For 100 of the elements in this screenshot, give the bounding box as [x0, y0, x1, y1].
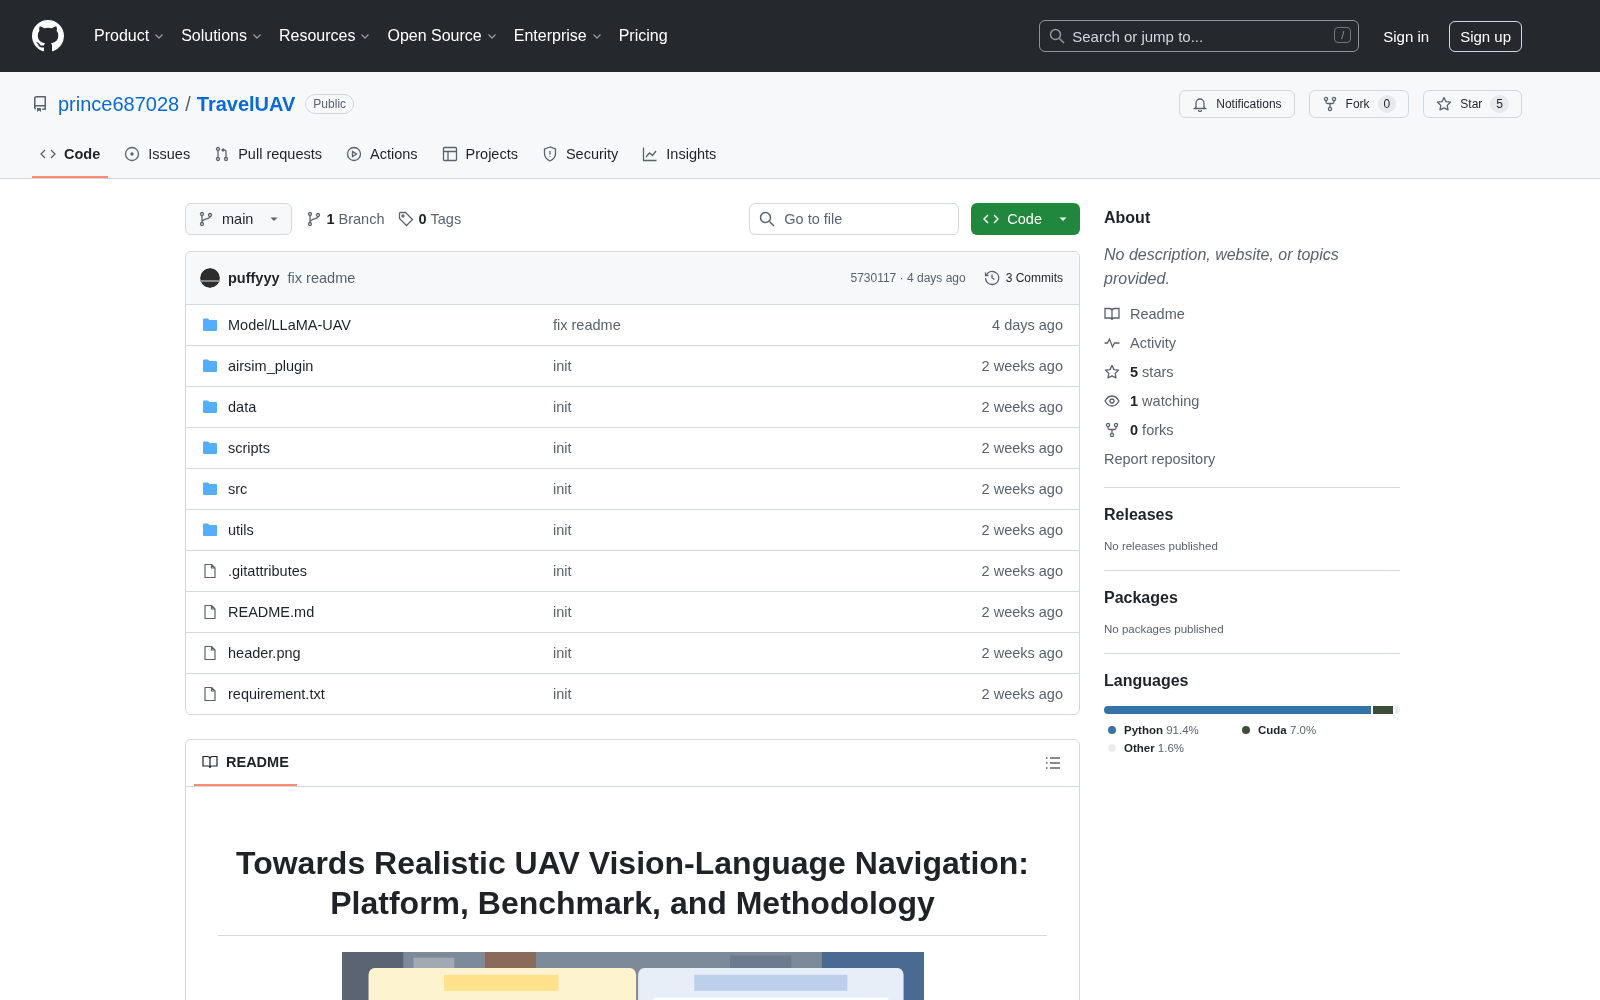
- repository-tab[interactable]: Issues: [116, 138, 199, 178]
- repository-tab[interactable]: Insights: [634, 138, 725, 178]
- tags-link[interactable]: 0 Tags: [398, 211, 462, 227]
- file-icon: [202, 563, 218, 579]
- releases-note: No releases published: [1104, 540, 1219, 552]
- history-icon: [983, 270, 1000, 286]
- security-icon: [541, 146, 558, 162]
- folder-icon: [202, 440, 218, 456]
- file-icon: [202, 686, 218, 702]
- sign-in-link[interactable]: Sign in: [1375, 21, 1438, 51]
- commit-time: 2 weeks ago: [981, 563, 1063, 579]
- nav-menu-item[interactable]: Enterprise: [505, 21, 611, 51]
- branch-selector[interactable]: main: [185, 203, 293, 235]
- languages-heading: Languages: [1104, 672, 1190, 690]
- about-link[interactable]: Activity: [1104, 332, 1400, 353]
- commit-message-link[interactable]: init: [553, 481, 982, 497]
- book-icon: [202, 754, 218, 770]
- notifications-button[interactable]: Notifications: [1179, 90, 1295, 118]
- book-icon: [1104, 305, 1120, 322]
- commit-time: 2 weeks ago: [981, 645, 1063, 661]
- report-repository-link[interactable]: Report repository: [1104, 448, 1400, 469]
- about-link[interactable]: 0 forks: [1104, 419, 1400, 440]
- commit-time: 2 weeks ago: [981, 481, 1063, 497]
- star-icon: [1104, 363, 1120, 380]
- pulls-icon: [214, 146, 231, 162]
- nav-menu-item[interactable]: Solutions: [173, 21, 271, 51]
- about-description: No description, website, or topics provided.: [1104, 245, 1340, 289]
- repository-name-link[interactable]: TravelUAV: [196, 92, 296, 116]
- commit-message-link[interactable]: init: [553, 563, 982, 579]
- commit-message-link[interactable]: init: [553, 358, 982, 374]
- file-name-link[interactable]: src: [228, 481, 553, 497]
- commit-message-link[interactable]: init: [553, 604, 982, 620]
- commit-message-link[interactable]: fix readme: [553, 317, 993, 333]
- repository-tab[interactable]: Actions: [338, 138, 426, 178]
- commit-time: 2 weeks ago: [981, 686, 1063, 702]
- commit-author[interactable]: puffyyy: [228, 270, 280, 286]
- branches-link[interactable]: 1 Branch: [306, 211, 385, 227]
- file-name-link[interactable]: requirement.txt: [228, 686, 553, 702]
- folder-icon: [202, 481, 218, 497]
- commit-message[interactable]: fix readme: [287, 270, 356, 286]
- eye-icon: [1104, 392, 1120, 409]
- commit-time: 2 weeks ago: [981, 522, 1063, 538]
- language-link[interactable]: Python 91.4%: [1124, 724, 1199, 736]
- file-name-link[interactable]: utils: [228, 522, 553, 538]
- nav-menu-item[interactable]: Product: [86, 21, 174, 51]
- nav-menu-item[interactable]: Open Source: [379, 21, 506, 51]
- bell-icon: [1192, 96, 1209, 112]
- file-name-link[interactable]: airsim_plugin: [228, 358, 553, 374]
- path-separator: /: [185, 92, 191, 116]
- file-icon: [202, 645, 218, 661]
- readme-tab[interactable]: README: [194, 740, 297, 786]
- repository-tab[interactable]: Pull requests: [206, 138, 330, 178]
- commit-message-link[interactable]: init: [553, 686, 982, 702]
- folder-icon: [202, 399, 218, 415]
- repository-icon: [32, 96, 48, 112]
- count-badge: 0: [1377, 95, 1397, 113]
- commit-time: 4 days ago: [992, 317, 1063, 333]
- commit-message-link[interactable]: init: [553, 645, 982, 661]
- fork-button[interactable]: Fork 0: [1308, 90, 1410, 118]
- about-link[interactable]: Readme: [1104, 303, 1400, 324]
- commit-time: 2 weeks ago: [981, 399, 1063, 415]
- nav-menu-item[interactable]: Pricing: [610, 21, 676, 51]
- repository-tab[interactable]: Security: [533, 138, 627, 178]
- language-link[interactable]: Other 1.6%: [1124, 742, 1185, 754]
- repository-tab[interactable]: Projects: [433, 138, 526, 178]
- insights-icon: [642, 146, 659, 162]
- commit-message-link[interactable]: init: [553, 522, 982, 538]
- shortcut-key: /: [1334, 27, 1352, 43]
- file-name-link[interactable]: data: [228, 399, 553, 415]
- owner-link[interactable]: prince687028: [58, 92, 180, 116]
- fork-icon: [1104, 421, 1120, 438]
- file-name-link[interactable]: scripts: [228, 440, 553, 456]
- go-to-file-field[interactable]: Go to file: [749, 203, 960, 235]
- file-name-link[interactable]: header.png: [228, 645, 553, 661]
- commit-message-link[interactable]: init: [553, 440, 982, 456]
- file-icon: [202, 604, 218, 620]
- commit-message-link[interactable]: init: [553, 399, 982, 415]
- file-name-link[interactable]: README.md: [228, 604, 553, 620]
- sign-up-button[interactable]: Sign up: [1449, 20, 1522, 52]
- fork-icon: [1321, 96, 1338, 112]
- repository-tab[interactable]: Code: [32, 138, 109, 178]
- commit-hash-time: 5730117 · 4 days ago: [850, 271, 966, 285]
- cat-logo-icon[interactable]: [32, 20, 64, 52]
- projects-icon: [441, 146, 458, 162]
- file-name-link[interactable]: .gitattributes: [228, 563, 553, 579]
- commits-link[interactable]: 3 Commits: [983, 270, 1063, 286]
- search-icon: [759, 211, 776, 227]
- language-link[interactable]: Cuda 7.0%: [1258, 724, 1317, 736]
- readme-title: Towards Realistic UAV Vision-Language Navigation: Platform, Benchmark, and Methodology: [218, 843, 1047, 936]
- about-link[interactable]: 1 watching: [1104, 390, 1400, 411]
- commit-time: 2 weeks ago: [981, 358, 1063, 374]
- star-button[interactable]: Star 5: [1423, 90, 1522, 118]
- folder-icon: [202, 317, 218, 333]
- tag-icon: [398, 211, 415, 227]
- branch-icon: [306, 211, 323, 227]
- file-name-link[interactable]: Model/LLaMA-UAV: [228, 317, 553, 333]
- code-button[interactable]: Code: [971, 203, 1080, 235]
- nav-menu-item[interactable]: Resources: [270, 21, 380, 51]
- list-icon[interactable]: [1045, 755, 1061, 771]
- about-link[interactable]: 5 stars: [1104, 361, 1400, 382]
